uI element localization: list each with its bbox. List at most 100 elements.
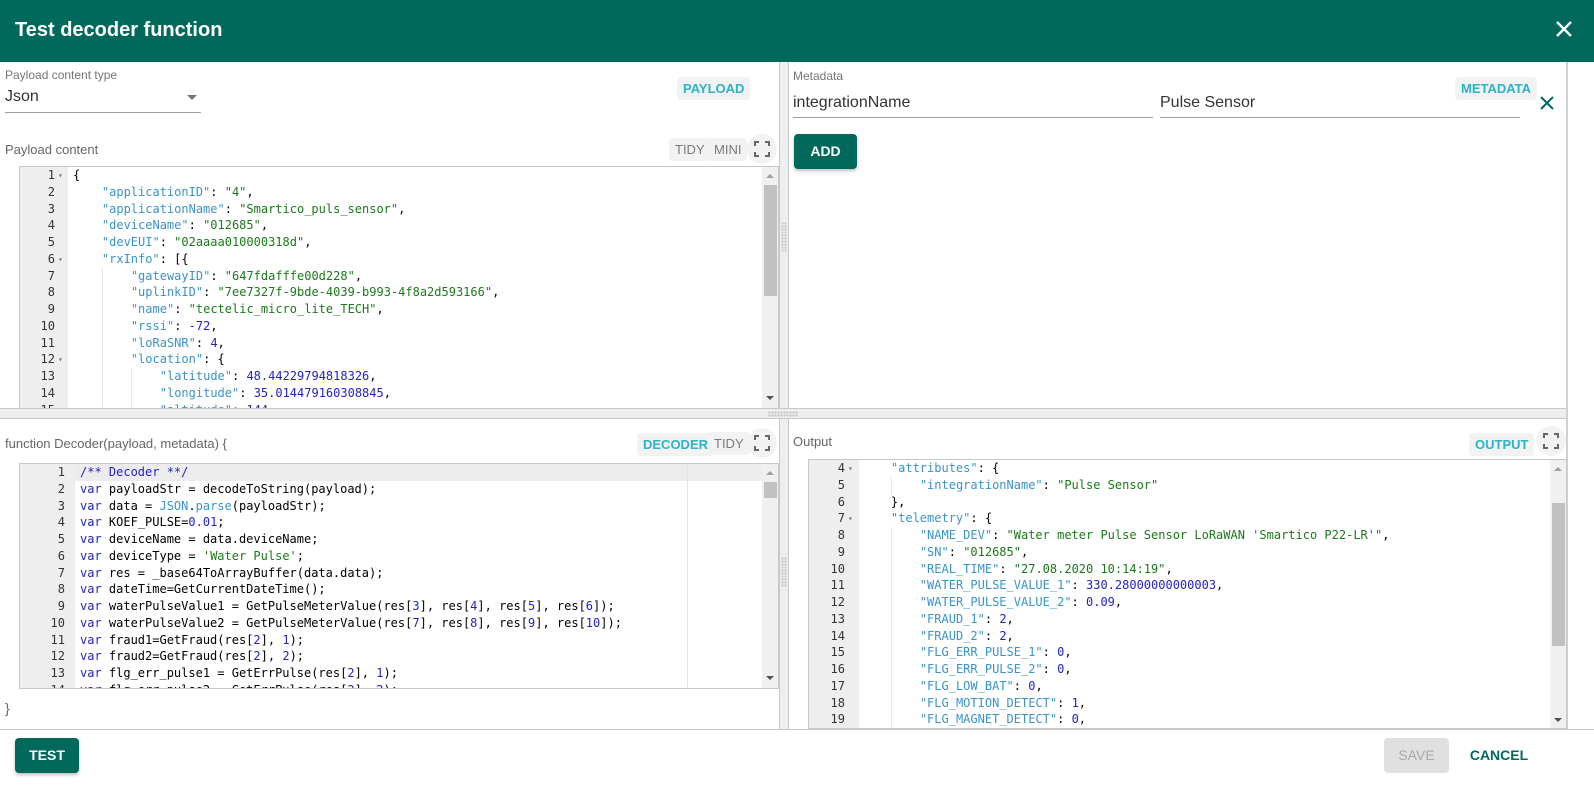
code-line[interactable]: 13 "FRAUD_1": 2,	[809, 610, 1566, 628]
output-editor[interactable]: 4 ▾ "attributes": {5 "integrationName": "Pu…	[808, 459, 1567, 729]
payload-content-type-select[interactable]: Json	[5, 85, 201, 113]
fold-toggle-icon[interactable]: ▾	[58, 167, 63, 184]
code-line[interactable]: 6 var deviceType = 'Water Pulse';	[20, 548, 778, 565]
code-line[interactable]: 5 var deviceName = data.deviceName;	[20, 531, 778, 548]
code-line[interactable]: 9 var waterPulseValue1 = GetPulseMeterVal…	[20, 598, 778, 615]
indent-guide	[890, 594, 892, 611]
code-line[interactable]: 17 "FLG_LOW_BAT": 0,	[809, 677, 1566, 695]
metadata-label: Metadata	[793, 69, 844, 83]
payload-scroll-thumb[interactable]	[764, 185, 777, 296]
decoder-editor[interactable]: 1 /** Decoder **/ 2 var payloadStr = decode…	[19, 463, 779, 689]
code-line[interactable]: 1 /** Decoder **/	[58, 464, 762, 481]
line-number: 13	[40, 369, 55, 383]
code-line[interactable]: 9 "name": "tectelic_micro_lite_TECH",	[20, 301, 778, 318]
code-line[interactable]: 18 "FLG_MOTION_DETECT": 1,	[809, 694, 1566, 712]
code-text: var waterPulseValue2 = GetPulseMeterValu…	[80, 615, 622, 630]
fold-toggle-icon[interactable]: ▾	[848, 510, 853, 527]
scroll-up-icon[interactable]	[766, 174, 774, 178]
scroll-up-icon[interactable]	[766, 471, 774, 475]
code-line[interactable]: 8 "NAME_DEV": "Water meter Pulse Sensor L…	[809, 527, 1566, 544]
scroll-down-icon[interactable]	[1554, 718, 1562, 722]
code-line[interactable]: 6 ▾ "rxInfo": [{	[20, 251, 778, 268]
payload-tidy-button[interactable]: TIDY	[669, 138, 711, 161]
vertical-splitter[interactable]	[779, 62, 789, 730]
code-text: "loRaSNR": 4,	[130, 335, 225, 350]
code-line[interactable]: 16 "FLG_ERR_PULSE_2": 0,	[809, 661, 1566, 678]
horizontal-splitter[interactable]	[0, 408, 1568, 419]
add-metadata-button[interactable]: ADD	[794, 134, 857, 169]
close-icon[interactable]	[1552, 17, 1576, 41]
code-line[interactable]: 2 var payloadStr = decodeToString(payload…	[20, 481, 778, 498]
scroll-up-icon[interactable]	[1554, 467, 1562, 471]
code-line[interactable]: 8 "uplinkID": "7ee7327f-9bde-4039-b993-4f…	[20, 284, 778, 302]
code-text: "integrationName": "Pulse Sensor"	[919, 477, 1159, 492]
output-scroll-thumb[interactable]	[1552, 503, 1565, 646]
line-number: 5	[57, 532, 65, 546]
payload-mini-button[interactable]: MINI	[708, 138, 748, 161]
metadata-value-value: Pulse Sensor	[1160, 94, 1256, 111]
code-line[interactable]: 3 var data = JSON.parse(payloadStr);	[20, 498, 778, 515]
code-line[interactable]: 4 "deviceName": "012685",	[20, 217, 778, 234]
splitter-grip[interactable]	[768, 411, 798, 417]
code-line[interactable]: 11 "WATER_PULSE_VALUE_1": 330.28000000000…	[809, 577, 1566, 595]
payload-editor[interactable]: 1 ▾{2 "applicationID": "4", 3 "applicationNa…	[19, 166, 779, 409]
print-margin	[687, 464, 688, 688]
code-line[interactable]: 11 "loRaSNR": 4,	[20, 334, 778, 352]
line-number: 12	[830, 595, 845, 609]
remove-metadata-button[interactable]	[1537, 93, 1557, 113]
decoder-scrollbar[interactable]	[762, 464, 778, 688]
code-line[interactable]: 11 var fraud1=GetFraud(res[2], 1);	[20, 632, 778, 649]
code-line[interactable]: 10 "rssi": -72,	[20, 317, 778, 335]
output-fullscreen-button[interactable]	[1536, 426, 1566, 456]
fold-toggle-icon[interactable]: ▾	[848, 460, 853, 477]
code-line[interactable]: 14 "FRAUD_2": 2,	[809, 627, 1566, 645]
metadata-value-input[interactable]: Pulse Sensor	[1160, 90, 1520, 118]
output-button[interactable]: OUTPUT	[1469, 433, 1535, 456]
code-line[interactable]: 15 "FLG_ERR_PULSE_1": 0,	[809, 644, 1566, 662]
decoder-fullscreen-button[interactable]	[747, 428, 777, 458]
code-text: var data = JSON.parse(payloadStr);	[80, 498, 326, 513]
code-text: "uplinkID": "7ee7327f-9bde-4039-b993-4f8…	[130, 285, 500, 300]
code-line[interactable]: 13 "latitude": 48.44229794818326,	[20, 368, 778, 385]
cancel-button[interactable]: CANCEL	[1463, 738, 1535, 773]
scroll-down-icon[interactable]	[766, 676, 774, 680]
splitter-grip[interactable]	[781, 557, 787, 587]
code-line[interactable]: 19 "FLG_MAGNET_DETECT": 0,	[809, 711, 1566, 728]
code-line[interactable]: 7 "gatewayID": "647fdafffe00d228",	[20, 267, 778, 285]
code-line[interactable]: 3 "applicationName": "Smartico_puls_senso…	[20, 201, 778, 218]
decoder-scroll-thumb[interactable]	[764, 482, 777, 498]
line-number: 1	[47, 168, 55, 182]
code-line[interactable]: 9 "SN": "012685",	[809, 543, 1566, 561]
code-line[interactable]: 1 ▾ {	[20, 167, 778, 184]
code-line[interactable]: 12 "WATER_PULSE_VALUE_2": 0.09,	[809, 594, 1566, 611]
code-line[interactable]: 13 var flg_err_pulse1 = GetErrPulse(res[2…	[20, 665, 778, 682]
code-line[interactable]: 10 var waterPulseValue2 = GetPulseMeterVa…	[20, 615, 778, 632]
code-line[interactable]: 8 var dateTime=GetCurrentDateTime();	[20, 581, 778, 598]
decoder-button[interactable]: DECODER	[637, 433, 715, 456]
code-line[interactable]: 7 ▾ "telemetry": {	[809, 510, 1566, 527]
payload-scrollbar[interactable]	[762, 167, 778, 408]
payload-fullscreen-button[interactable]	[747, 134, 777, 164]
metadata-key-input[interactable]: integrationName	[793, 90, 1153, 118]
code-line[interactable]: 4 ▾ "attributes": {	[809, 460, 1566, 477]
fold-toggle-icon[interactable]: ▾	[58, 251, 63, 268]
code-line[interactable]: 14 "longitude": 35.014479160308845,	[20, 384, 778, 402]
code-line[interactable]: 4 var KOEF_PULSE=0.01;	[20, 514, 778, 531]
code-line[interactable]: 7 var res = _base64ToArrayBuffer(data.dat…	[20, 565, 778, 582]
test-button[interactable]: TEST	[15, 738, 79, 773]
code-line[interactable]: 5 "integrationName": "Pulse Sensor"	[809, 476, 1566, 494]
code-line[interactable]: 14 var flg_err_pulse2 = GetErrPulse(res[2…	[20, 682, 778, 688]
code-text: var res = _base64ToArrayBuffer(data.data…	[80, 565, 384, 580]
payload-button[interactable]: PAYLOAD	[677, 77, 751, 100]
fold-toggle-icon[interactable]: ▾	[58, 351, 63, 368]
code-line[interactable]: 6},	[809, 494, 1566, 511]
code-line[interactable]: 12 ▾ "location": {	[20, 351, 778, 369]
code-line[interactable]: 2 "applicationID": "4",	[20, 184, 778, 201]
code-line[interactable]: 10 "REAL_TIME": "27.08.2020 10:14:19",	[809, 560, 1566, 578]
code-line[interactable]: 12 var fraud2=GetFraud(res[2], 2);	[20, 648, 778, 665]
output-scrollbar[interactable]	[1550, 460, 1566, 728]
splitter-grip[interactable]	[781, 222, 787, 252]
code-line[interactable]: 5 "devEUI": "02aaaa010000318d",	[20, 234, 778, 251]
decoder-tidy-button[interactable]: TIDY	[708, 432, 750, 455]
scroll-down-icon[interactable]	[766, 396, 774, 400]
